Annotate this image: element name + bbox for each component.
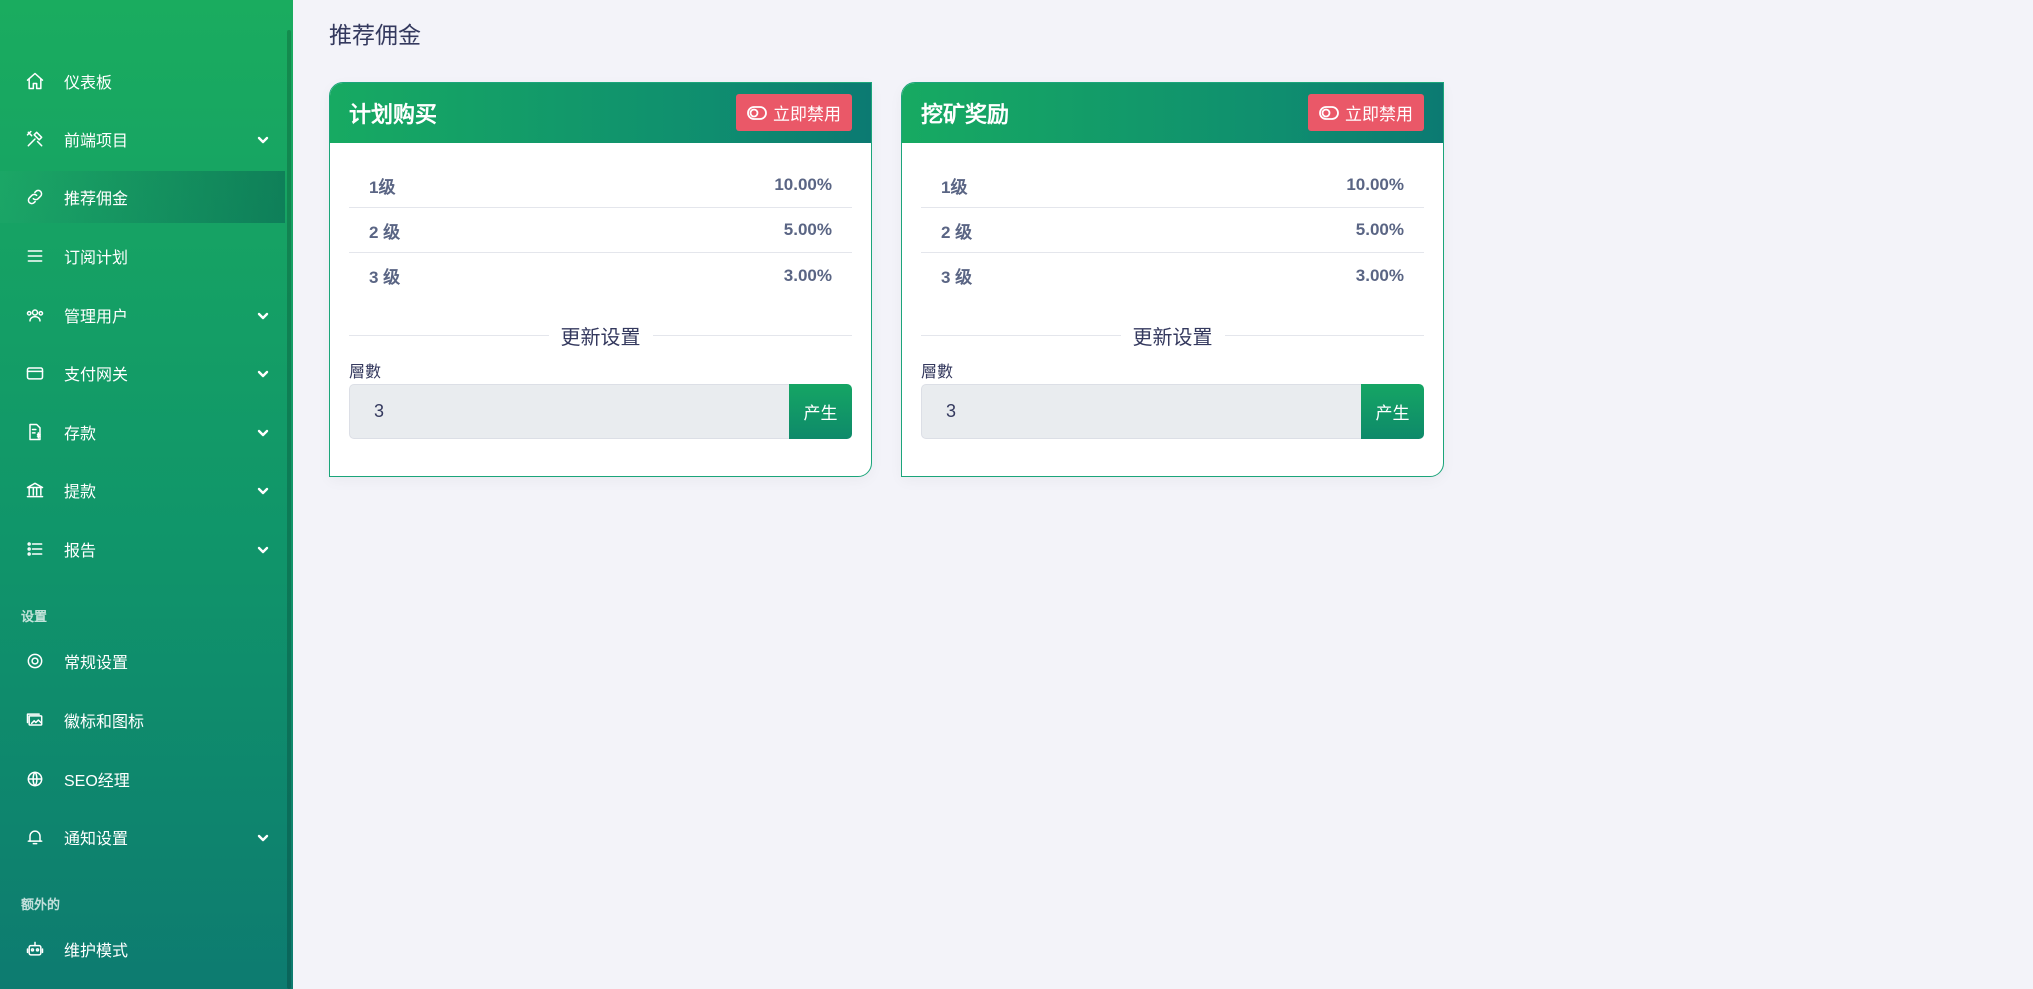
- sidebar-item-referral[interactable]: 推荐佣金: [0, 171, 285, 223]
- sidebar-item-label: 管理用户: [64, 309, 129, 326]
- layer-input-group: 产生: [921, 384, 1424, 439]
- sidebar-item-users[interactable]: 管理用户: [0, 289, 285, 341]
- layer-input-group: 产生: [349, 384, 852, 439]
- level-label: 2 级: [369, 222, 401, 242]
- users-icon: [24, 304, 46, 326]
- images-icon: [24, 709, 46, 731]
- card-header: 挖矿奖励 立即禁用: [902, 83, 1443, 143]
- sidebar-item-label: 存款: [64, 426, 97, 443]
- card-header: 计划购买 立即禁用: [330, 83, 871, 143]
- sidebar-item-reports[interactable]: 报告: [0, 523, 285, 575]
- list-ul-icon: [24, 538, 46, 560]
- level-value: 3.00%: [1355, 265, 1404, 285]
- chevron-down-icon: [257, 484, 269, 496]
- level-row: 1级 10.00%: [349, 163, 852, 208]
- level-label: 2 级: [941, 222, 973, 242]
- level-value: 3.00%: [783, 265, 832, 285]
- robot-icon: [24, 938, 46, 960]
- sidebar-item-logo-icon[interactable]: 徽标和图标: [0, 694, 285, 746]
- page-title: 推荐佣金: [329, 22, 421, 48]
- sidebar-item-label: 提款: [64, 484, 97, 501]
- chevron-down-icon: [257, 426, 269, 438]
- sidebar-item-gateways[interactable]: 支付网关: [0, 347, 285, 399]
- generate-button[interactable]: 产生: [789, 384, 852, 439]
- sidebar-item-label: 通知设置: [64, 831, 129, 848]
- sidebar-item-maintenance[interactable]: 维护模式: [0, 923, 285, 975]
- toggle-off-icon: [747, 105, 767, 120]
- level-list: 1级 10.00% 2 级 5.00% 3 级 3.00%: [921, 163, 1424, 298]
- level-row: 3 级 3.00%: [921, 253, 1424, 298]
- sidebar-item-notifications[interactable]: 通知设置: [0, 811, 285, 863]
- chevron-down-icon: [257, 543, 269, 555]
- bank-icon: [24, 479, 46, 501]
- level-label: 3 级: [369, 268, 401, 287]
- layer-count-label: 層數: [349, 364, 382, 381]
- list-icon: [24, 245, 46, 267]
- chevron-down-icon: [257, 133, 269, 145]
- sidebar-item-withdrawals[interactable]: 提款: [0, 464, 285, 516]
- sidebar-item-label: 前端项目: [64, 133, 129, 150]
- commission-card-mining-reward: 挖矿奖励 立即禁用 1级 10.00% 2 级 5.00% 3 级 3.00% …: [901, 82, 1444, 477]
- sidebar-item-label: 支付网关: [64, 367, 129, 384]
- level-row: 2 级 5.00%: [349, 208, 852, 253]
- sidebar-item-label: 徽标和图标: [64, 714, 145, 731]
- level-label: 3 级: [941, 268, 973, 287]
- level-row: 2 级 5.00%: [921, 208, 1424, 253]
- chevron-down-icon: [257, 309, 269, 321]
- sidebar-item-seo[interactable]: SEO经理: [0, 753, 285, 805]
- layer-count-label: 層數: [921, 364, 954, 381]
- level-row: 1级 10.00%: [921, 163, 1424, 208]
- level-label: 1级: [369, 177, 396, 197]
- level-label: 1级: [941, 177, 968, 197]
- generate-button[interactable]: 产生: [1361, 384, 1424, 439]
- layer-count-input[interactable]: [921, 384, 1361, 439]
- disable-now-button[interactable]: 立即禁用: [736, 94, 852, 131]
- disable-now-button[interactable]: 立即禁用: [1308, 94, 1424, 131]
- life-ring-icon: [24, 650, 46, 672]
- update-settings-label: 更新设置: [1132, 327, 1213, 349]
- disable-now-label: 立即禁用: [773, 105, 841, 124]
- sidebar-item-label: 订阅计划: [64, 250, 129, 267]
- sidebar: 仪表板 前端项目 推荐佣金 订阅计划 管理用户 支付网关 存款 提款 报告 设置…: [0, 0, 293, 989]
- commission-card-plan-purchase: 计划购买 立即禁用 1级 10.00% 2 级 5.00% 3 级 3.00% …: [329, 82, 872, 477]
- level-value: 5.00%: [783, 220, 832, 239]
- card-title: 计划购买: [349, 102, 438, 127]
- sidebar-section-settings: 设置: [21, 609, 48, 624]
- level-value: 10.00%: [1346, 175, 1404, 194]
- sidebar-item-frontend[interactable]: 前端项目: [0, 113, 285, 165]
- sidebar-item-label: SEO经理: [64, 773, 130, 790]
- sidebar-section-extra: 额外的: [21, 897, 61, 912]
- chevron-down-icon: [257, 367, 269, 379]
- sidebar-item-label: 报告: [64, 543, 97, 560]
- home-icon: [24, 70, 46, 92]
- update-settings-label: 更新设置: [560, 327, 641, 349]
- sidebar-scrollbar[interactable]: [287, 30, 291, 989]
- sidebar-item-dashboard[interactable]: 仪表板: [0, 55, 285, 107]
- file-invoice-dollar-icon: [24, 421, 46, 443]
- disable-now-label: 立即禁用: [1345, 105, 1413, 124]
- update-settings-heading: 更新设置: [921, 321, 1424, 350]
- credit-card-icon: [24, 362, 46, 384]
- sidebar-item-label: 维护模式: [64, 943, 129, 960]
- toggle-off-icon: [1319, 105, 1339, 120]
- bell-icon: [24, 826, 46, 848]
- globe-icon: [24, 768, 46, 790]
- update-settings-heading: 更新设置: [349, 321, 852, 350]
- level-list: 1级 10.00% 2 级 5.00% 3 级 3.00%: [349, 163, 852, 298]
- sidebar-item-general-settings[interactable]: 常规设置: [0, 635, 285, 687]
- layer-count-input[interactable]: [349, 384, 789, 439]
- level-row: 3 级 3.00%: [349, 253, 852, 298]
- sidebar-item-plans[interactable]: 订阅计划: [0, 230, 285, 282]
- link-icon: [24, 186, 46, 208]
- sidebar-item-label: 常规设置: [64, 655, 129, 672]
- tools-icon: [24, 128, 46, 150]
- chevron-down-icon: [257, 831, 269, 843]
- level-value: 5.00%: [1355, 220, 1404, 239]
- card-title: 挖矿奖励: [921, 102, 1010, 127]
- sidebar-item-deposits[interactable]: 存款: [0, 406, 285, 458]
- sidebar-item-label: 推荐佣金: [64, 191, 129, 208]
- sidebar-item-label: 仪表板: [64, 75, 113, 92]
- level-value: 10.00%: [774, 175, 832, 194]
